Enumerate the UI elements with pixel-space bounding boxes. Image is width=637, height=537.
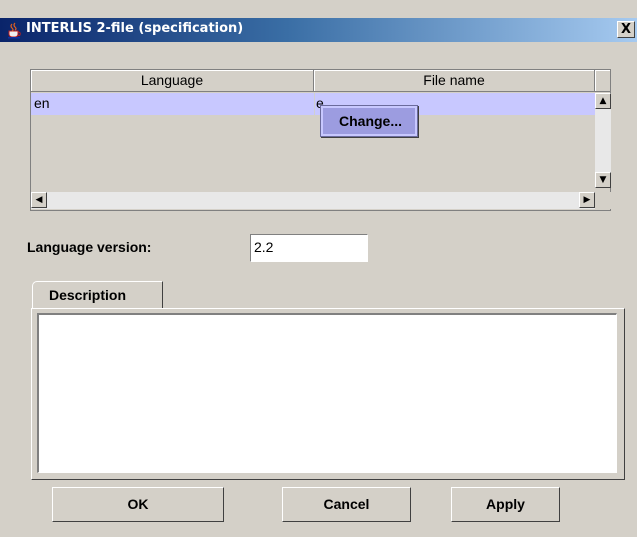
horizontal-scrollbar[interactable]: ◀ ▶ <box>31 192 595 209</box>
tab-label: Description <box>49 287 127 303</box>
column-header-language[interactable]: Language <box>31 70 314 92</box>
scrollbar-corner <box>595 192 611 209</box>
close-button[interactable]: X <box>617 21 635 38</box>
dialog-window: INTERLIS 2-file (specification) X Langua… <box>0 0 637 537</box>
menu-item-change[interactable]: Change... <box>323 108 415 134</box>
window-title: INTERLIS 2-file (specification) <box>26 21 244 36</box>
cell-language[interactable]: en <box>34 93 312 115</box>
language-file-table: Language File name en e ▲ ▼ ◀ ▶ <box>30 69 611 211</box>
language-version-field[interactable]: 2.2 <box>250 234 368 262</box>
scroll-right-icon[interactable]: ▶ <box>579 192 595 208</box>
header-corner <box>595 70 610 92</box>
vertical-scrollbar[interactable]: ▲ ▼ <box>595 93 611 188</box>
language-version-label: Language version: <box>27 239 152 255</box>
apply-button[interactable]: Apply <box>451 487 560 522</box>
scroll-left-icon[interactable]: ◀ <box>31 192 47 208</box>
ok-button[interactable]: OK <box>52 487 224 522</box>
java-cup-icon <box>8 22 21 39</box>
column-header-file-name[interactable]: File name <box>314 70 595 92</box>
description-textarea[interactable] <box>37 313 617 473</box>
cancel-button[interactable]: Cancel <box>282 487 411 522</box>
scroll-down-icon[interactable]: ▼ <box>595 172 611 188</box>
title-bar[interactable]: INTERLIS 2-file (specification) X <box>0 18 637 42</box>
tab-description[interactable]: Description <box>32 281 163 309</box>
column-divider <box>314 93 315 115</box>
scroll-up-icon[interactable]: ▲ <box>595 93 611 109</box>
table-row[interactable]: en e <box>31 93 595 115</box>
description-panel <box>31 308 625 480</box>
context-menu: Change... <box>320 105 418 137</box>
